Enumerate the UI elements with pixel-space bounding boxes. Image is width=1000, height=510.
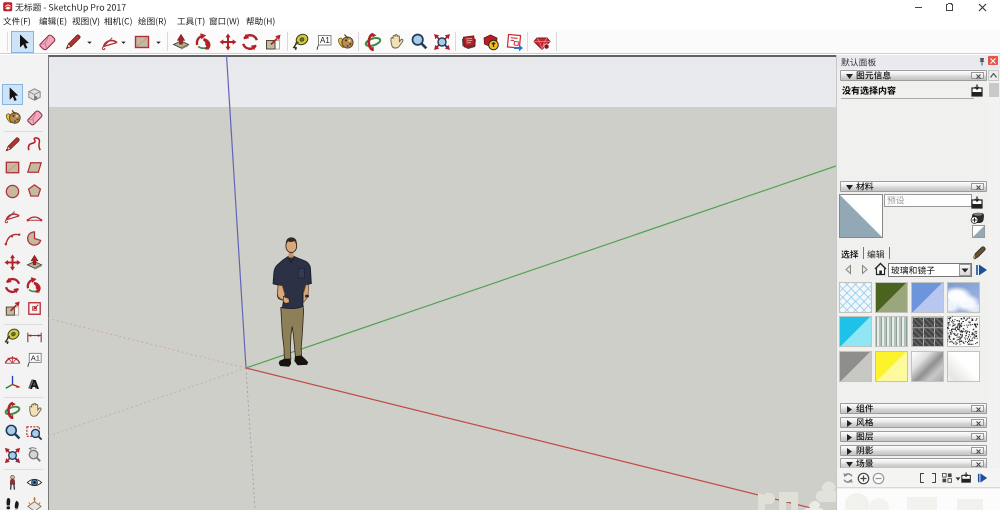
svg-text:A1: A1	[320, 36, 330, 45]
svg-text:A: A	[30, 377, 40, 392]
svg-text:A1: A1	[31, 353, 40, 362]
